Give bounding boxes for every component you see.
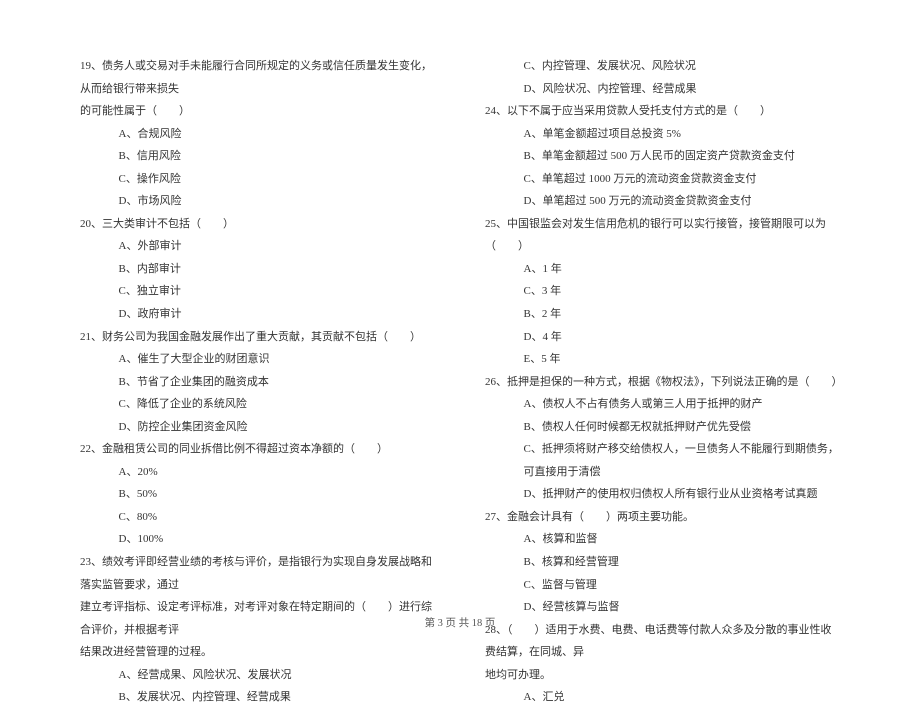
q19-option-c: C、操作风险: [80, 168, 435, 191]
q19-option-a: A、合规风险: [80, 123, 435, 146]
q20-option-a: A、外部审计: [80, 235, 435, 258]
q22-option-d: D、100%: [80, 528, 435, 551]
q25-option-b: B、2 年: [485, 303, 840, 326]
q21-option-d: D、防控企业集团资金风险: [80, 416, 435, 439]
q27-stem: 27、金融会计具有（ ）两项主要功能。: [485, 506, 840, 529]
q23-option-c: C、内控管理、发展状况、风险状况: [485, 55, 840, 78]
q26-option-d: D、抵押财产的使用权归债权人所有银行业从业资格考试真题: [485, 483, 840, 506]
q26-stem: 26、抵押是担保的一种方式，根据《物权法》，下列说法正确的是（ ）: [485, 371, 840, 394]
q24-option-a: A、单笔金额超过项目总投资 5%: [485, 123, 840, 146]
q28-option-a: A、汇兑: [485, 686, 840, 709]
q21-option-b: B、节省了企业集团的融资成本: [80, 371, 435, 394]
q19-option-d: D、市场风险: [80, 190, 435, 213]
question-28: 28、（ ）适用于水费、电费、电话费等付款人众多及分散的事业性收费结算，在同城、…: [485, 619, 840, 709]
question-20: 20、三大类审计不包括（ ） A、外部审计 B、内部审计 C、独立审计 D、政府…: [80, 213, 435, 326]
question-21: 21、财务公司为我国金融发展作出了重大贡献，其贡献不包括（ ） A、催生了大型企…: [80, 326, 435, 439]
q24-option-b: B、单笔金额超过 500 万人民币的固定资产贷款资金支付: [485, 145, 840, 168]
q21-stem: 21、财务公司为我国金融发展作出了重大贡献，其贡献不包括（ ）: [80, 326, 435, 349]
q25-option-d: D、4 年: [485, 326, 840, 349]
q23-option-b: B、发展状况、内控管理、经营成果: [80, 686, 435, 709]
question-25: 25、中国银监会对发生信用危机的银行可以实行接管，接管期限可以为（ ） A、1 …: [485, 213, 840, 371]
question-26: 26、抵押是担保的一种方式，根据《物权法》，下列说法正确的是（ ） A、债权人不…: [485, 371, 840, 506]
q25-option-e: E、5 年: [485, 348, 840, 371]
question-27: 27、金融会计具有（ ）两项主要功能。 A、核算和监督 B、核算和经营管理 C、…: [485, 506, 840, 619]
q19-stem-line1: 19、债务人或交易对手未能履行合同所规定的义务或信任质量发生变化，从而给银行带来…: [80, 55, 435, 100]
q25-stem: 25、中国银监会对发生信用危机的银行可以实行接管，接管期限可以为（ ）: [485, 213, 840, 258]
q22-stem: 22、金融租赁公司的同业拆借比例不得超过资本净额的（ ）: [80, 438, 435, 461]
q24-stem: 24、以下不属于应当采用贷款人受托支付方式的是（ ）: [485, 100, 840, 123]
q20-option-b: B、内部审计: [80, 258, 435, 281]
q28-stem-line2: 地均可办理。: [485, 664, 840, 687]
q26-option-a: A、债权人不占有债务人或第三人用于抵押的财产: [485, 393, 840, 416]
left-column: 19、债务人或交易对手未能履行合同所规定的义务或信任质量发生变化，从而给银行带来…: [80, 55, 435, 610]
q27-option-a: A、核算和监督: [485, 528, 840, 551]
q24-option-c: C、单笔超过 1000 万元的流动资金贷款资金支付: [485, 168, 840, 191]
page-footer: 第 3 页 共 18 页: [0, 615, 920, 630]
q23-option-a: A、经营成果、风险状况、发展状况: [80, 664, 435, 687]
question-24: 24、以下不属于应当采用贷款人受托支付方式的是（ ） A、单笔金额超过项目总投资…: [485, 100, 840, 213]
q20-stem: 20、三大类审计不包括（ ）: [80, 213, 435, 236]
q27-option-c: C、监督与管理: [485, 574, 840, 597]
q23-stem-line3: 结果改进经营管理的过程。: [80, 641, 435, 664]
q21-option-c: C、降低了企业的系统风险: [80, 393, 435, 416]
q21-option-a: A、催生了大型企业的财团意识: [80, 348, 435, 371]
q19-option-b: B、信用风险: [80, 145, 435, 168]
q26-option-c: C、抵押须将财产移交给债权人，一旦债务人不能履行到期债务，可直接用于清偿: [485, 438, 840, 483]
q22-option-c: C、80%: [80, 506, 435, 529]
exam-page: 19、债务人或交易对手未能履行合同所规定的义务或信任质量发生变化，从而给银行带来…: [0, 0, 920, 650]
q19-stem-line2: 的可能性属于（ ）: [80, 100, 435, 123]
question-19: 19、债务人或交易对手未能履行合同所规定的义务或信任质量发生变化，从而给银行带来…: [80, 55, 435, 213]
q23-stem-line1: 23、绩效考评即经营业绩的考核与评价，是指银行为实现自身发展战略和落实监管要求，…: [80, 551, 435, 596]
q24-option-d: D、单笔超过 500 万元的流动资金贷款资金支付: [485, 190, 840, 213]
right-column: C、内控管理、发展状况、风险状况 D、风险状况、内控管理、经营成果 24、以下不…: [485, 55, 840, 610]
q25-option-a: A、1 年: [485, 258, 840, 281]
q25-option-c: C、3 年: [485, 280, 840, 303]
q20-option-d: D、政府审计: [80, 303, 435, 326]
q22-option-b: B、50%: [80, 483, 435, 506]
q26-option-b: B、债权人任何时候都无权就抵押财产优先受偿: [485, 416, 840, 439]
q23-option-d: D、风险状况、内控管理、经营成果: [485, 78, 840, 101]
q27-option-b: B、核算和经营管理: [485, 551, 840, 574]
question-22: 22、金融租赁公司的同业拆借比例不得超过资本净额的（ ） A、20% B、50%…: [80, 438, 435, 551]
q22-option-a: A、20%: [80, 461, 435, 484]
q20-option-c: C、独立审计: [80, 280, 435, 303]
